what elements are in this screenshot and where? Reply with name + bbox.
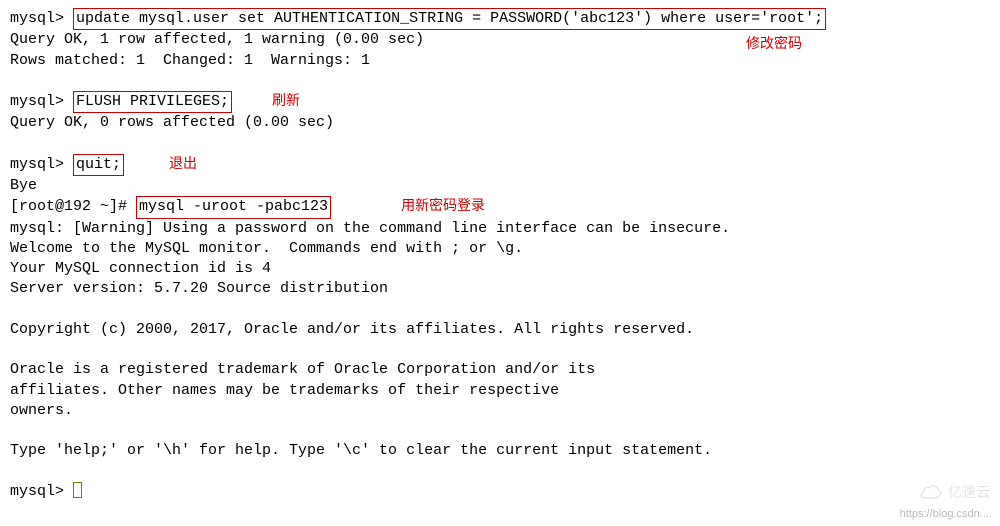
terminal-line-quit: mysql> quit; 退出 [10,154,990,176]
terminal-output: Query OK, 1 row affected, 1 warning (0.0… [10,30,990,50]
terminal-output: Bye [10,176,990,196]
annotation-new-password-login: 用新密码登录 [401,197,485,213]
terminal-output: affiliates. Other names may be trademark… [10,381,990,401]
annotation-exit: 退出 [169,155,197,171]
terminal-output: Query OK, 0 rows affected (0.00 sec) [10,113,990,133]
mysql-prompt: mysql> [10,483,73,500]
annotation-change-password: 修改密码 [746,34,802,53]
boxed-command-login: mysql -uroot -pabc123 [136,196,331,218]
mysql-prompt: mysql> [10,10,73,27]
terminal-output: owners. [10,401,990,421]
boxed-command-quit: quit; [73,154,124,176]
blank-line [10,462,990,482]
terminal-output: Oracle is a registered trademark of Orac… [10,360,990,380]
cursor-icon [73,482,82,498]
shell-prompt: [root@192 ~]# [10,198,136,215]
blank-line [10,134,990,154]
blank-line [10,71,990,91]
terminal-output: Server version: 5.7.20 Source distributi… [10,279,990,299]
mysql-prompt: mysql> [10,156,73,173]
terminal-line-final-prompt: mysql> [10,482,990,502]
boxed-command-update: update mysql.user set AUTHENTICATION_STR… [73,8,826,30]
terminal-output: Rows matched: 1 Changed: 1 Warnings: 1 [10,51,990,71]
terminal-output: Your MySQL connection id is 4 [10,259,990,279]
terminal-output: Welcome to the MySQL monitor. Commands e… [10,239,990,259]
terminal-output: Type 'help;' or '\h' for help. Type '\c'… [10,441,990,461]
cloud-icon [918,484,944,502]
terminal-output: Copyright (c) 2000, 2017, Oracle and/or … [10,320,990,340]
terminal-line-1: mysql> update mysql.user set AUTHENTICAT… [10,8,990,30]
blank-line [10,300,990,320]
annotation-refresh: 刷新 [272,92,300,108]
blank-line [10,340,990,360]
terminal-output: mysql: [Warning] Using a password on the… [10,219,990,239]
watermark-url: https://blog.csdn.... [900,507,992,522]
terminal-line-flush: mysql> FLUSH PRIVILEGES; 刷新 [10,91,990,113]
watermark-brand: 亿速云 [918,483,990,502]
mysql-prompt: mysql> [10,93,73,110]
boxed-command-flush: FLUSH PRIVILEGES; [73,91,232,113]
blank-line [10,421,990,441]
terminal-line-login: [root@192 ~]# mysql -uroot -pabc123 用新密码登… [10,196,990,218]
